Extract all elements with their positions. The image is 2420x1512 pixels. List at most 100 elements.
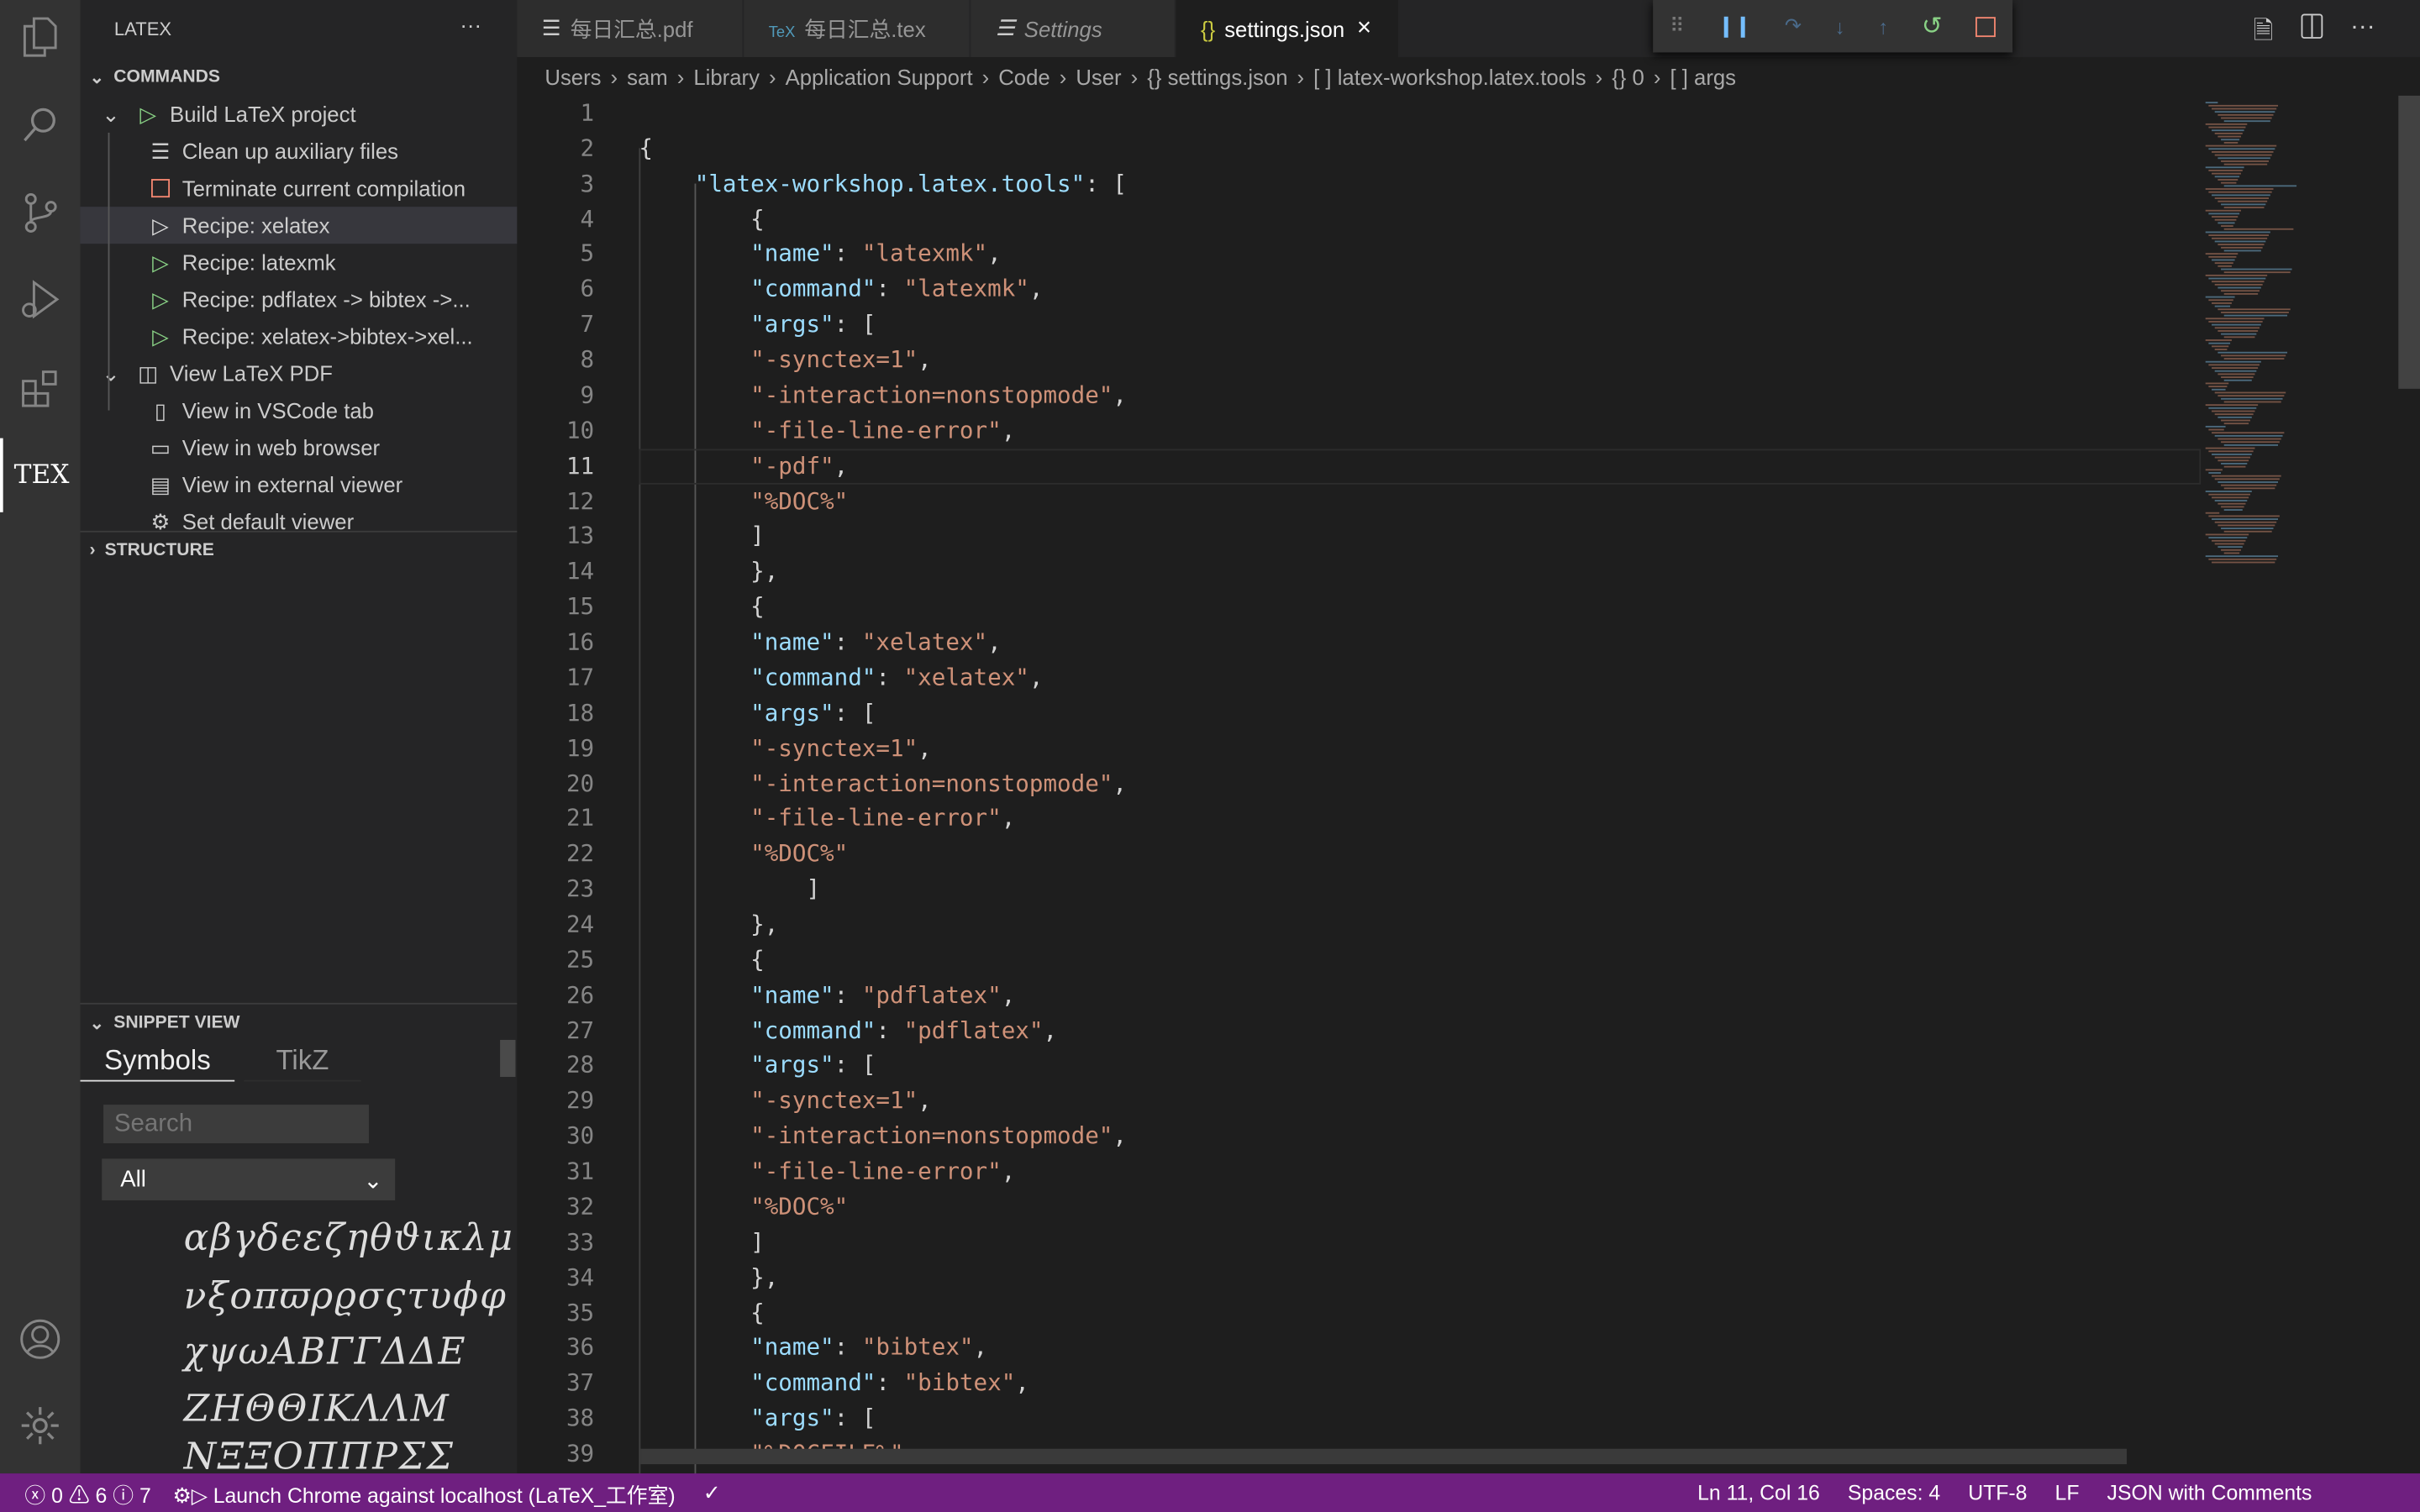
symbol-row[interactable]: ΖΗΘΘΙΚΛΛΜ xyxy=(184,1387,450,1430)
restart-icon[interactable]: ↺ xyxy=(1922,11,1943,42)
source-control-icon[interactable] xyxy=(0,176,81,249)
split-editor-icon[interactable] xyxy=(2301,13,2323,39)
command-item[interactable]: ▯ View in VSCode tab xyxy=(81,392,518,429)
command-item[interactable]: ⌄ ◫ View LaTeX PDF xyxy=(81,354,518,391)
end-of-line[interactable]: LF xyxy=(2055,1481,2080,1504)
problems-indicator[interactable]: ⓧ 0 ⚠ 6 ⓘ 7 xyxy=(24,1478,150,1509)
vertical-scrollbar[interactable] xyxy=(2396,95,2420,1473)
tab-0[interactable]: ☰ 每日汇总.pdf xyxy=(517,0,744,57)
pause-icon[interactable]: ❙❙ xyxy=(1718,14,1751,39)
code-line[interactable]: "%DOC%" xyxy=(639,484,848,519)
command-item[interactable]: ▭ View in web browser xyxy=(81,429,518,466)
code-line[interactable]: "latex-workshop.latex.tools": [ xyxy=(639,166,1127,202)
breadcrumb-item[interactable]: Code xyxy=(998,65,1050,89)
scrollbar[interactable] xyxy=(500,1039,516,1078)
structure-section-header[interactable]: › STRUCTURE xyxy=(81,534,518,568)
account-icon[interactable] xyxy=(0,1302,81,1376)
command-item[interactable]: ⌄ ▷ Build LaTeX project xyxy=(81,96,518,133)
language-mode[interactable]: JSON with Comments xyxy=(2107,1481,2312,1504)
code-line[interactable]: "-interaction=nonstopmode", xyxy=(639,378,1127,413)
code-line[interactable]: ] xyxy=(639,519,765,554)
code-line[interactable]: "-interaction=nonstopmode", xyxy=(639,766,1127,801)
breadcrumb-item[interactable]: [ ] args xyxy=(1670,65,1736,89)
command-item[interactable]: Terminate current compilation xyxy=(81,170,518,207)
code-line[interactable]: }, xyxy=(639,1260,778,1295)
code-line[interactable]: "-file-line-error", xyxy=(639,1154,1015,1189)
breadcrumb-item[interactable]: User xyxy=(1076,65,1121,89)
code-line[interactable]: "name": "pdflatex", xyxy=(639,978,1015,1013)
code-line[interactable]: "args": [ xyxy=(639,1048,876,1084)
snippet-section-header[interactable]: ⌄ SNIPPET VIEW xyxy=(81,1006,518,1040)
code-line[interactable]: "%DOC%" xyxy=(639,837,848,872)
commands-section-header[interactable]: ⌄ COMMANDS xyxy=(81,60,518,94)
tab-2[interactable]: ☰ Settings xyxy=(971,0,1176,57)
code-line[interactable]: "command": "bibtex", xyxy=(639,1366,1029,1401)
code-line[interactable]: "name": "xelatex", xyxy=(639,625,1002,660)
code-line[interactable]: "-file-line-error", xyxy=(639,801,1015,837)
code-line[interactable]: "args": [ xyxy=(639,696,876,731)
symbol-category-select[interactable]: All ⌄ xyxy=(102,1158,396,1200)
code-line[interactable]: "-pdf", xyxy=(639,449,848,484)
code-line[interactable]: }, xyxy=(639,554,778,590)
code-line[interactable]: "name": "bibtex", xyxy=(639,1331,987,1366)
more-actions-icon[interactable]: ··· xyxy=(460,13,481,37)
breadcrumb-item[interactable]: {} 0 xyxy=(1612,65,1644,89)
close-icon[interactable]: × xyxy=(1357,14,1371,42)
code-line[interactable]: "command": "latexmk", xyxy=(639,272,1043,307)
code-line[interactable]: "%DOC%" xyxy=(639,1189,848,1225)
manage-gear-icon[interactable] xyxy=(0,1389,81,1462)
code-line[interactable]: "args": [ xyxy=(639,1401,876,1436)
code-line[interactable]: "-interaction=nonstopmode", xyxy=(639,1119,1127,1154)
code-line[interactable]: { xyxy=(639,202,765,237)
code-line[interactable]: "-synctex=1", xyxy=(639,731,932,766)
launch-config[interactable]: ⚙▷ Launch Chrome against localhost (LaTe… xyxy=(172,1478,675,1509)
symbol-row[interactable]: νξοπϖρϱσςτυϕφ xyxy=(184,1274,508,1317)
more-actions-icon[interactable]: ··· xyxy=(2350,14,2375,56)
code-line[interactable]: { xyxy=(639,942,765,978)
code-line[interactable]: { xyxy=(639,131,653,166)
command-item[interactable]: ▤ View in external viewer xyxy=(81,466,518,503)
tab-1[interactable]: TeX 每日汇总.tex xyxy=(744,0,971,57)
code-line[interactable]: }, xyxy=(639,907,778,942)
check-icon[interactable]: ✓ xyxy=(703,1480,721,1504)
code-line[interactable]: "command": "pdflatex", xyxy=(639,1013,1057,1048)
symbol-search-input[interactable] xyxy=(103,1105,369,1144)
command-item[interactable]: ▷ Recipe: xelatex xyxy=(80,207,518,244)
code-line[interactable]: "-file-line-error", xyxy=(639,413,1015,449)
symbol-row[interactable]: ΝΞΞΟΠΠΡΣΣ xyxy=(184,1435,455,1478)
command-item[interactable]: ▷ Recipe: xelatex->bibtex->xel... xyxy=(81,318,518,354)
tab-tikz[interactable]: TikZ xyxy=(244,1040,361,1082)
step-into-icon[interactable]: ↓ xyxy=(1835,14,1845,38)
code-line[interactable]: "command": "xelatex", xyxy=(639,660,1043,696)
breadcrumb-item[interactable]: [ ] latex-workshop.latex.tools xyxy=(1313,65,1586,89)
breadcrumb-item[interactable]: Users xyxy=(544,65,601,89)
drag-handle-icon[interactable]: ⠿ xyxy=(1670,14,1685,39)
step-over-icon[interactable]: ↷ xyxy=(1785,14,1802,39)
horizontal-scrollbar[interactable] xyxy=(640,1448,2128,1465)
tab-symbols[interactable]: Symbols xyxy=(80,1040,235,1082)
code-line[interactable]: "args": [ xyxy=(639,307,876,343)
breadcrumb-item[interactable]: Library xyxy=(693,65,760,89)
extensions-icon[interactable] xyxy=(0,352,81,426)
scrollbar-thumb[interactable] xyxy=(2398,95,2420,389)
open-preview-icon[interactable]: 🗎 xyxy=(2254,14,2274,56)
stop-icon[interactable] xyxy=(1975,16,1996,37)
run-debug-icon[interactable] xyxy=(0,262,81,336)
symbol-row[interactable]: αβγδϵεζηθϑικλμ xyxy=(184,1215,514,1258)
step-out-icon[interactable]: ↑ xyxy=(1878,14,1888,38)
encoding[interactable]: UTF-8 xyxy=(1968,1481,2027,1504)
code-line[interactable]: ] xyxy=(639,1225,765,1260)
tex-icon[interactable]: TEX xyxy=(0,438,81,512)
command-item[interactable]: ☰ Clean up auxiliary files xyxy=(81,133,518,170)
code-line[interactable]: "name": "latexmk", xyxy=(639,237,1002,272)
code-editor[interactable]: 1 2{3 "latex-workshop.latex.tools": [4 {5… xyxy=(517,96,2202,1480)
code-line[interactable]: { xyxy=(639,590,765,625)
indentation[interactable]: Spaces: 4 xyxy=(1848,1481,1940,1504)
breadcrumb-item[interactable]: Application Support xyxy=(786,65,973,89)
command-item[interactable]: ▷ Recipe: latexmk xyxy=(81,244,518,281)
search-icon[interactable] xyxy=(0,88,81,162)
symbol-row[interactable]: χψωΑΒΓΓΔΔΕ xyxy=(184,1330,467,1373)
cursor-position[interactable]: Ln 11, Col 16 xyxy=(1697,1481,1820,1504)
code-line[interactable]: { xyxy=(639,1295,765,1331)
command-item[interactable]: ▷ Recipe: pdflatex -> bibtex ->... xyxy=(81,281,518,318)
